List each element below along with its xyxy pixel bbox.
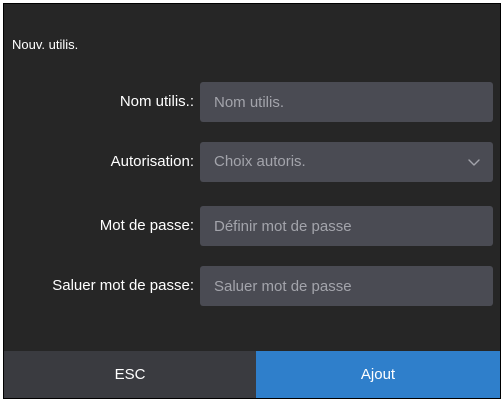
- username-row: Nom utilis.:: [4, 82, 500, 122]
- username-label: Nom utilis.:: [119, 93, 194, 110]
- permission-label: Autorisation:: [110, 153, 194, 170]
- permission-row: Autorisation: Choix autoris.: [4, 142, 500, 182]
- password-label: Mot de passe:: [99, 217, 194, 234]
- password-input[interactable]: [200, 206, 493, 246]
- password-row: Mot de passe:: [4, 206, 500, 246]
- dialog-title: Nouv. utilis.: [12, 37, 79, 52]
- new-user-dialog: Nouv. utilis. Nom utilis.: Autorisation:…: [3, 3, 501, 399]
- confirm-password-label: Saluer mot de passe:: [52, 277, 194, 294]
- permission-select-value: Choix autoris.: [214, 153, 306, 170]
- esc-button[interactable]: ESC: [4, 351, 256, 398]
- permission-select[interactable]: Choix autoris.: [200, 142, 493, 182]
- confirm-password-input[interactable]: [200, 266, 493, 306]
- username-input[interactable]: [200, 82, 493, 122]
- chevron-down-icon: [468, 159, 480, 166]
- dialog-footer: ESC Ajout: [4, 351, 500, 398]
- confirm-password-row: Saluer mot de passe:: [4, 266, 500, 306]
- add-button[interactable]: Ajout: [256, 351, 500, 398]
